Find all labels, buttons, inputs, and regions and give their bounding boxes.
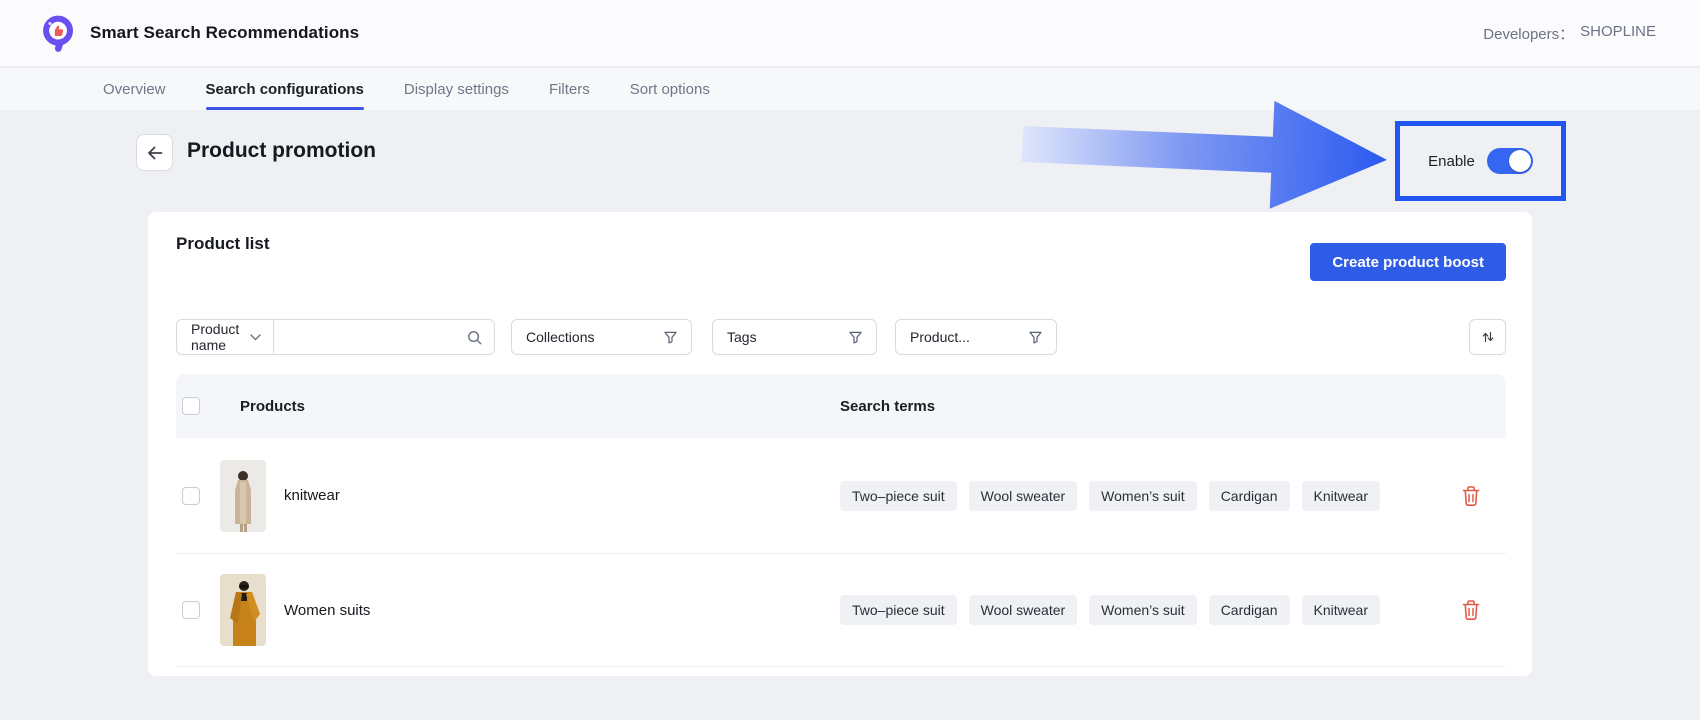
developers-info: Developers： SHOPLINE [1483, 23, 1656, 44]
tab-sort-options[interactable]: Sort options [630, 68, 710, 110]
tab-search-configurations[interactable]: Search configurations [206, 68, 364, 110]
filter-funnel-icon [664, 331, 677, 344]
product-image-knitwear [220, 460, 266, 532]
tab-filters[interactable]: Filters [549, 68, 590, 110]
search-term-tag: Two–piece suit [840, 595, 957, 625]
search-term-tag: Wool sweater [969, 481, 1078, 511]
trash-icon[interactable] [1461, 599, 1481, 621]
trash-icon[interactable] [1461, 485, 1481, 507]
search-term-tag: Women’s suit [1089, 595, 1197, 625]
tab-display-settings[interactable]: Display settings [404, 68, 509, 110]
table-header-row: Products Search terms [176, 374, 1506, 438]
column-header-products: Products [240, 398, 305, 415]
product-name: Women suits [284, 602, 840, 619]
collections-filter-label: Collections [526, 329, 594, 345]
search-field-selector-label: Product name [191, 321, 242, 353]
product-filter-button[interactable]: Product... [895, 319, 1057, 355]
search-term-tag: Two–piece suit [840, 481, 957, 511]
search-term-tag: Knitwear [1302, 595, 1380, 625]
magnifier-icon[interactable] [467, 330, 482, 345]
search-field-combo: Product name [176, 319, 495, 355]
search-terms-list: Two–piece suit Wool sweater Women’s suit… [840, 595, 1380, 625]
table-row: knitwear Two–piece suit Wool sweater Wom… [176, 438, 1506, 554]
page-title: Product promotion [187, 139, 376, 163]
tags-filter-button[interactable]: Tags [712, 319, 877, 355]
sort-button[interactable] [1469, 319, 1506, 355]
card-title: Product list [176, 234, 270, 254]
product-filter-label: Product... [910, 329, 970, 345]
app-header: Smart Search Recommendations Developers：… [0, 0, 1700, 67]
row-checkbox[interactable] [182, 601, 200, 619]
tab-overview[interactable]: Overview [103, 68, 166, 110]
developers-label: Developers： [1483, 23, 1574, 44]
search-field-selector[interactable]: Product name [177, 320, 274, 354]
filter-funnel-icon [1029, 331, 1042, 344]
search-term-tag: Knitwear [1302, 481, 1380, 511]
toggle-knob [1509, 150, 1531, 172]
collections-filter-button[interactable]: Collections [511, 319, 692, 355]
filter-toolbar: Product name Collections [176, 319, 1506, 355]
create-product-boost-button[interactable]: Create product boost [1310, 243, 1506, 281]
product-list-card: Product list Create product boost Produc… [148, 212, 1532, 676]
annotation-arrow-icon [1019, 82, 1394, 227]
search-term-tag: Wool sweater [969, 595, 1078, 625]
app-title: Smart Search Recommendations [90, 23, 359, 43]
developers-value: SHOPLINE [1580, 23, 1656, 44]
sort-ascending-descending-icon [1481, 330, 1495, 344]
column-header-search-terms: Search terms [840, 398, 935, 415]
filter-funnel-icon [849, 331, 862, 344]
search-term-tag: Women’s suit [1089, 481, 1197, 511]
products-table: Products Search terms [176, 374, 1506, 667]
arrow-left-icon [145, 143, 165, 163]
chevron-down-icon [250, 334, 261, 341]
enable-toggle[interactable] [1487, 148, 1533, 174]
row-checkbox[interactable] [182, 487, 200, 505]
back-button[interactable] [136, 134, 173, 171]
select-all-checkbox[interactable] [182, 397, 200, 415]
search-term-tag: Cardigan [1209, 481, 1290, 511]
table-row: Women suits Two–piece suit Wool sweater … [176, 554, 1506, 667]
app-logo-magnifier-thumbsup-icon [40, 14, 78, 52]
search-input[interactable] [286, 329, 467, 345]
product-name: knitwear [284, 487, 840, 504]
tags-filter-label: Tags [727, 329, 757, 345]
search-term-tag: Cardigan [1209, 595, 1290, 625]
enable-label: Enable [1428, 153, 1475, 170]
product-image-women-suits [220, 574, 266, 646]
search-terms-list: Two–piece suit Wool sweater Women’s suit… [840, 481, 1380, 511]
search-input-wrap [274, 320, 494, 354]
enable-highlight-box: Enable [1395, 121, 1566, 201]
tab-bar: Overview Search configurations Display s… [0, 68, 1700, 110]
